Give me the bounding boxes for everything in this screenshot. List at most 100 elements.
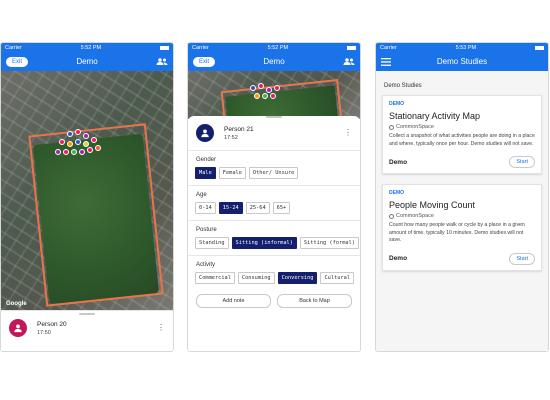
person-icon <box>14 324 22 333</box>
exit-button[interactable]: Exit <box>193 56 216 67</box>
posture-label: Posture <box>196 227 217 233</box>
study-tag: DEMO <box>389 190 404 197</box>
age-option-15-24[interactable]: 15-24 <box>218 202 243 214</box>
gender-option-female[interactable]: Female <box>218 167 246 179</box>
people-icon[interactable] <box>156 57 168 66</box>
activity-option-consuming[interactable]: Consuming <box>237 272 275 284</box>
marker-pin[interactable] <box>71 149 77 155</box>
phone-screen-survey: Carrier 5:52 PM Exit Demo Person 21 17:5… <box>187 42 361 352</box>
status-time: 5:52 PM <box>267 44 289 51</box>
marker-pin[interactable] <box>83 133 89 139</box>
activity-option-commercial[interactable]: Commercial <box>195 272 235 284</box>
sheet-handle[interactable] <box>266 116 282 118</box>
map-view[interactable] <box>188 71 360 119</box>
carrier-label: Carrier <box>192 44 209 51</box>
battery-icon <box>534 45 544 50</box>
app-bar: Demo Studies <box>376 52 548 71</box>
phone-screen-studies: Carrier 5:53 PM Demo Studies Demo Studie… <box>375 42 549 352</box>
marker-pin[interactable] <box>254 93 260 99</box>
app-bar: Exit Demo <box>188 52 360 71</box>
marker-pin[interactable] <box>87 147 93 153</box>
person-time: 17:50 <box>37 329 51 336</box>
carrier-label: Carrier <box>380 44 397 51</box>
app-bar: Exit Demo <box>1 52 173 71</box>
gender-options: Male Female Other/ Unsure <box>188 167 360 179</box>
menu-icon[interactable] <box>381 57 391 66</box>
marker-pin[interactable] <box>250 85 256 91</box>
battery-icon <box>159 45 169 50</box>
marker-pin[interactable] <box>75 129 81 135</box>
people-icon[interactable] <box>343 57 355 66</box>
study-org: CommonSpace <box>389 213 535 219</box>
study-tag: DEMO <box>389 101 404 107</box>
marker-pin[interactable] <box>258 83 264 89</box>
activity-options: Commercial Consuming Conversing Cultural <box>188 272 360 284</box>
marker-pin[interactable] <box>55 149 61 155</box>
person-sheet[interactable]: Person 20 17:50 ⋮ <box>1 310 173 351</box>
marker-pin[interactable] <box>79 149 85 155</box>
activity-option-conversing[interactable]: Conversing <box>277 272 318 284</box>
activity-label: Activity <box>196 262 216 268</box>
marker-pin[interactable] <box>266 87 272 93</box>
person-time: 17:52 <box>224 134 238 141</box>
marker-pin[interactable] <box>274 85 280 91</box>
battery-icon <box>346 45 356 50</box>
marker-pin[interactable] <box>91 137 97 143</box>
more-options-icon[interactable]: ⋮ <box>344 129 352 137</box>
age-option-25-64[interactable]: 25-64 <box>245 202 270 214</box>
map-watermark: Google <box>6 301 27 307</box>
study-org: CommonSpace <box>389 124 535 130</box>
map-view[interactable]: Google <box>1 71 173 310</box>
person-icon <box>201 129 209 138</box>
exit-button[interactable]: Exit <box>6 56 29 67</box>
section-heading: Demo Studies <box>384 83 422 89</box>
status-time: 5:53 PM <box>455 44 477 51</box>
phone-screen-map: Carrier 5:52 PM Exit Demo Google Person … <box>0 42 174 352</box>
study-org-name: CommonSpace <box>396 124 434 130</box>
posture-options: Standing Sitting (informal) Sitting (for… <box>188 237 360 249</box>
age-label: Age <box>196 192 207 198</box>
marker-pin[interactable] <box>95 145 101 151</box>
study-org-name: CommonSpace <box>396 213 434 220</box>
status-bar: Carrier 5:52 PM <box>188 43 360 52</box>
age-option-65-plus[interactable]: 65+ <box>272 202 291 214</box>
avatar <box>9 319 27 337</box>
gender-option-other[interactable]: Other/ Unsure <box>248 167 299 179</box>
org-logo-icon <box>389 124 394 130</box>
study-card[interactable]: DEMO Stationary Activity Map CommonSpace… <box>382 95 542 175</box>
age-option-0-14[interactable]: 0-14 <box>195 202 216 214</box>
study-title: Stationary Activity Map <box>389 111 481 121</box>
org-logo-icon <box>389 213 394 219</box>
gender-label: Gender <box>196 157 217 163</box>
marker-pin[interactable] <box>67 131 73 137</box>
study-description: Collect a snapshot of what activities pe… <box>389 133 535 147</box>
marker-pin[interactable] <box>270 93 276 99</box>
person-name: Person 20 <box>37 320 67 328</box>
age-options: 0-14 15-24 25-64 65+ <box>188 202 360 214</box>
activity-option-cultural[interactable]: Cultural <box>320 272 354 284</box>
avatar <box>196 124 214 142</box>
study-card[interactable]: DEMO People Moving Count CommonSpace Cou… <box>382 184 542 271</box>
posture-option-sitting-formal[interactable]: Sitting (formal) <box>299 237 359 249</box>
status-bar: Carrier 5:53 PM <box>376 43 548 52</box>
marker-pin[interactable] <box>262 93 268 99</box>
add-note-button[interactable]: Add note <box>196 294 271 308</box>
gender-option-male[interactable]: Male <box>195 167 216 179</box>
marker-pin[interactable] <box>67 141 73 147</box>
marker-pin[interactable] <box>59 139 65 145</box>
start-button[interactable]: Start <box>509 252 535 265</box>
sheet-handle[interactable] <box>79 313 95 315</box>
posture-option-standing[interactable]: Standing <box>195 237 229 249</box>
study-title: People Moving Count <box>389 200 476 211</box>
back-to-map-button[interactable]: Back to Map <box>277 294 352 308</box>
start-button[interactable]: Start <box>509 156 535 169</box>
carrier-label: Carrier <box>5 44 22 51</box>
marker-pin[interactable] <box>63 149 69 155</box>
study-description: Count how many people walk or cycle by a… <box>389 222 525 244</box>
marker-pin[interactable] <box>75 139 81 145</box>
app-bar-title: Demo Studies <box>436 57 488 66</box>
study-footer-label: Demo <box>389 255 408 263</box>
marker-pin[interactable] <box>83 141 89 147</box>
more-options-icon[interactable]: ⋮ <box>157 324 165 332</box>
posture-option-sitting-informal[interactable]: Sitting (informal) <box>231 237 297 249</box>
